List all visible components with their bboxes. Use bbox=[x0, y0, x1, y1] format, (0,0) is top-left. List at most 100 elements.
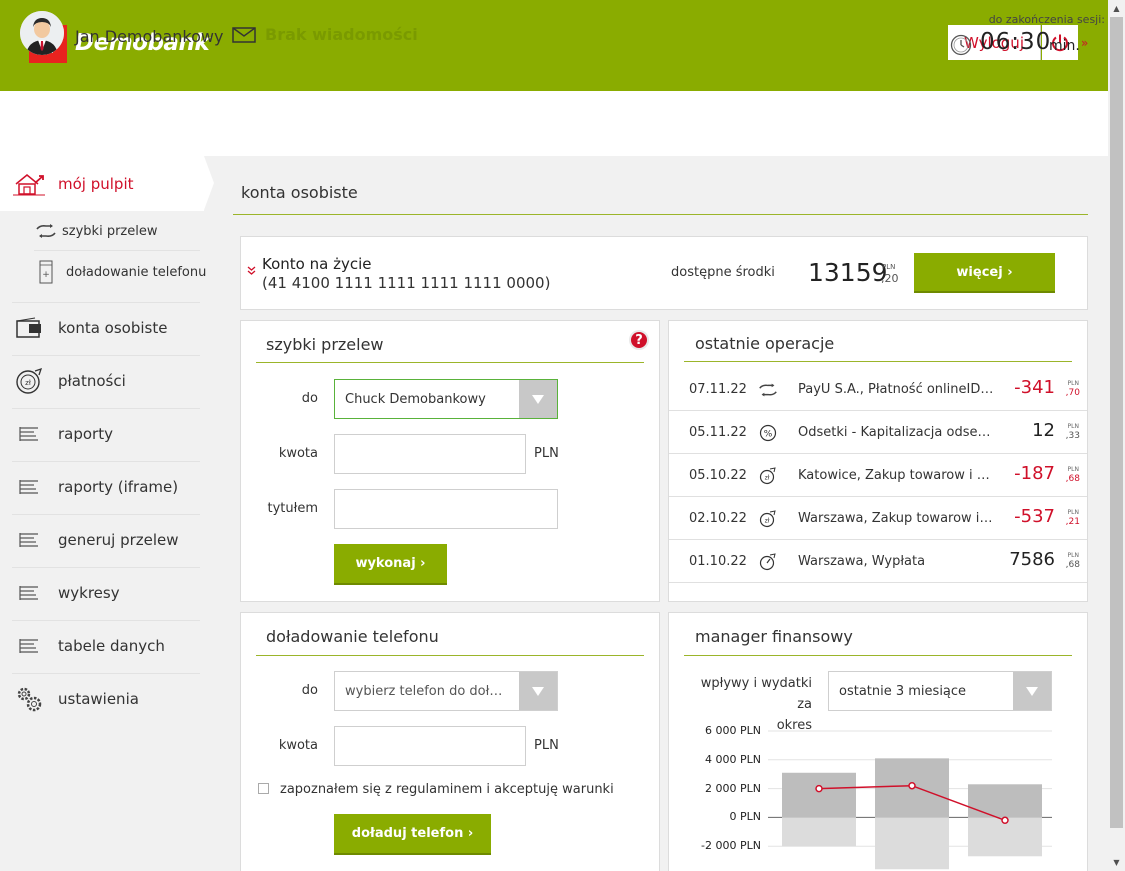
help-icon[interactable]: ? bbox=[629, 330, 649, 350]
sidebar-separator bbox=[12, 461, 200, 462]
phone-topup-title: doładowanie telefonu bbox=[266, 627, 439, 646]
terms-label[interactable]: zapoznałem się z regulaminem i akceptuję… bbox=[280, 782, 614, 797]
list-icon bbox=[12, 639, 46, 653]
topup-amount-input[interactable] bbox=[334, 726, 526, 766]
transfer-title-input[interactable] bbox=[334, 489, 558, 529]
operation-amount-decimals: ,33 bbox=[1065, 431, 1080, 441]
sidebar-item-raporty[interactable]: raporty bbox=[12, 420, 200, 448]
more-button[interactable]: więcej › bbox=[914, 253, 1055, 293]
operation-row[interactable]: 02.10.22 zł Warszawa, Zakup towarow i u.… bbox=[669, 497, 1087, 540]
transfer-to-label: do bbox=[301, 391, 318, 406]
operation-date: 07.11.22 bbox=[689, 382, 747, 397]
sidebar-item-platnosci[interactable]: zł płatności bbox=[12, 366, 200, 396]
operation-currency: PLN bbox=[1067, 466, 1079, 473]
operation-amount-decimals: ,21 bbox=[1065, 517, 1080, 527]
execute-transfer-button[interactable]: wykonaj › bbox=[334, 544, 447, 585]
messages-link[interactable]: Brak wiadomości bbox=[265, 25, 418, 44]
transfer-recipient-select[interactable]: Chuck Demobankowy bbox=[334, 379, 558, 419]
operation-currency: PLN bbox=[1067, 380, 1079, 387]
gears-icon bbox=[12, 684, 46, 714]
operation-date: 02.10.22 bbox=[689, 511, 747, 526]
session-unit: min. bbox=[1049, 38, 1080, 54]
phone-icon: + bbox=[34, 260, 58, 284]
operation-row[interactable]: 05.11.22 % Odsetki - Kapitalizacja odset… bbox=[669, 411, 1087, 454]
triangle-down-icon bbox=[1013, 672, 1051, 710]
scroll-down-arrow-icon[interactable]: ▼ bbox=[1108, 854, 1125, 871]
list-icon bbox=[12, 533, 46, 547]
list-icon bbox=[12, 480, 46, 494]
operation-currency: PLN bbox=[1067, 509, 1079, 516]
operation-description: Odsetki - Kapitalizacja odsetek bbox=[798, 425, 994, 440]
list-icon bbox=[12, 586, 46, 600]
sidebar-item-raporty-iframe[interactable]: raporty (iframe) bbox=[12, 473, 200, 501]
sidebar-item-wykresy[interactable]: wykresy bbox=[12, 579, 200, 607]
finance-period-select[interactable]: ostatnie 3 miesiące bbox=[828, 671, 1052, 711]
sidebar-item-szybki-przelew[interactable]: szybki przelew bbox=[34, 221, 157, 241]
panel-divider bbox=[684, 655, 1072, 656]
scroll-up-arrow-icon[interactable]: ▲ bbox=[1108, 0, 1125, 17]
payments-icon: zł bbox=[12, 367, 46, 395]
clock-icon bbox=[950, 34, 972, 60]
sidebar-separator bbox=[12, 302, 200, 303]
operation-date: 05.10.22 bbox=[689, 468, 747, 483]
sidebar-separator bbox=[34, 250, 200, 251]
svg-text:zł: zł bbox=[25, 379, 31, 387]
operation-description: Katowice, Zakup towarow i us... bbox=[798, 468, 994, 483]
operation-description: Warszawa, Zakup towarow i u... bbox=[798, 511, 994, 526]
select-placeholder: wybierz telefon do doładowania bbox=[345, 683, 509, 699]
sidebar-item-label: ustawienia bbox=[58, 690, 139, 708]
topup-to-label: do bbox=[301, 683, 318, 698]
chart-balance-point[interactable] bbox=[1001, 816, 1009, 825]
operation-amount: -341 bbox=[1014, 377, 1055, 398]
chart-balance-point[interactable] bbox=[908, 781, 916, 790]
operation-amount-decimals: ,70 bbox=[1065, 388, 1080, 398]
svg-text:zł: zł bbox=[765, 475, 770, 482]
home-icon bbox=[12, 172, 46, 196]
operation-row[interactable]: 01.10.22 Warszawa, Wypłata 7586 PLN ,68 bbox=[669, 540, 1087, 583]
sidebar-item-label: doładowanie telefonu bbox=[66, 264, 207, 280]
account-balance-decimals: ,20 bbox=[881, 272, 899, 285]
sidebar-item-ustawienia[interactable]: ustawienia bbox=[12, 683, 200, 715]
svg-text:%: % bbox=[764, 430, 773, 440]
coin-icon: zł bbox=[757, 508, 779, 530]
operation-row[interactable]: 05.10.22 zł Katowice, Zakup towarow i us… bbox=[669, 454, 1087, 497]
topup-submit-button[interactable]: doładuj telefon › bbox=[334, 814, 491, 855]
section-title: konta osobiste bbox=[241, 183, 358, 202]
quick-transfer-title: szybki przelew bbox=[266, 335, 384, 354]
envelope-icon[interactable] bbox=[232, 27, 256, 47]
panel-divider bbox=[684, 361, 1072, 362]
operation-amount: -537 bbox=[1014, 506, 1055, 527]
sidebar-item-doladowanie-telefonu[interactable]: + doładowanie telefonu bbox=[34, 259, 206, 285]
operation-amount: 12 bbox=[1032, 420, 1055, 441]
chart-bar-expense bbox=[782, 817, 856, 847]
sidebar-item-moj-pulpit[interactable]: mój pulpit bbox=[12, 170, 200, 198]
panel-divider bbox=[256, 655, 644, 656]
expand-chevron-icon[interactable] bbox=[247, 266, 256, 278]
session-extend-link[interactable]: » bbox=[1081, 36, 1088, 50]
sidebar-item-tabele-danych[interactable]: tabele danych bbox=[12, 632, 200, 660]
sidebar-item-label: tabele danych bbox=[58, 637, 165, 655]
transfer-amount-label: kwota bbox=[278, 446, 318, 461]
topup-phone-select[interactable]: wybierz telefon do doładowania bbox=[334, 671, 558, 711]
transfer-icon bbox=[757, 379, 779, 401]
user-bar bbox=[0, 91, 1108, 156]
operation-description: Warszawa, Wypłata bbox=[798, 554, 926, 569]
chart-balance-point[interactable] bbox=[815, 784, 823, 793]
sidebar-item-generuj-przelew[interactable]: generuj przelew bbox=[12, 526, 200, 554]
scrollbar-thumb[interactable] bbox=[1110, 17, 1123, 828]
recent-operations-title: ostatnie operacje bbox=[695, 334, 835, 353]
sidebar-separator bbox=[12, 620, 200, 621]
operation-description: PayU S.A., Płatność onlineID:1... bbox=[798, 382, 994, 397]
select-value: ostatnie 3 miesiące bbox=[839, 683, 967, 699]
operation-row[interactable]: 07.11.22 PayU S.A., Płatność onlineID:1.… bbox=[669, 368, 1087, 411]
finance-period-label-line1: wpływy i wydatki za bbox=[700, 676, 812, 712]
chart-y-tick-label: 4 000 PLN bbox=[705, 752, 761, 766]
sidebar-item-konta-osobiste[interactable]: konta osobiste bbox=[12, 314, 200, 342]
svg-text:zł: zł bbox=[765, 518, 770, 525]
account-name[interactable]: Konto na życie bbox=[262, 255, 371, 273]
user-name: Jan Demobankowy bbox=[75, 27, 224, 46]
transfer-amount-input[interactable] bbox=[334, 434, 526, 474]
chart-y-tick-label: -2 000 PLN bbox=[701, 839, 761, 853]
sidebar-separator bbox=[12, 514, 200, 515]
terms-checkbox[interactable] bbox=[258, 783, 269, 794]
